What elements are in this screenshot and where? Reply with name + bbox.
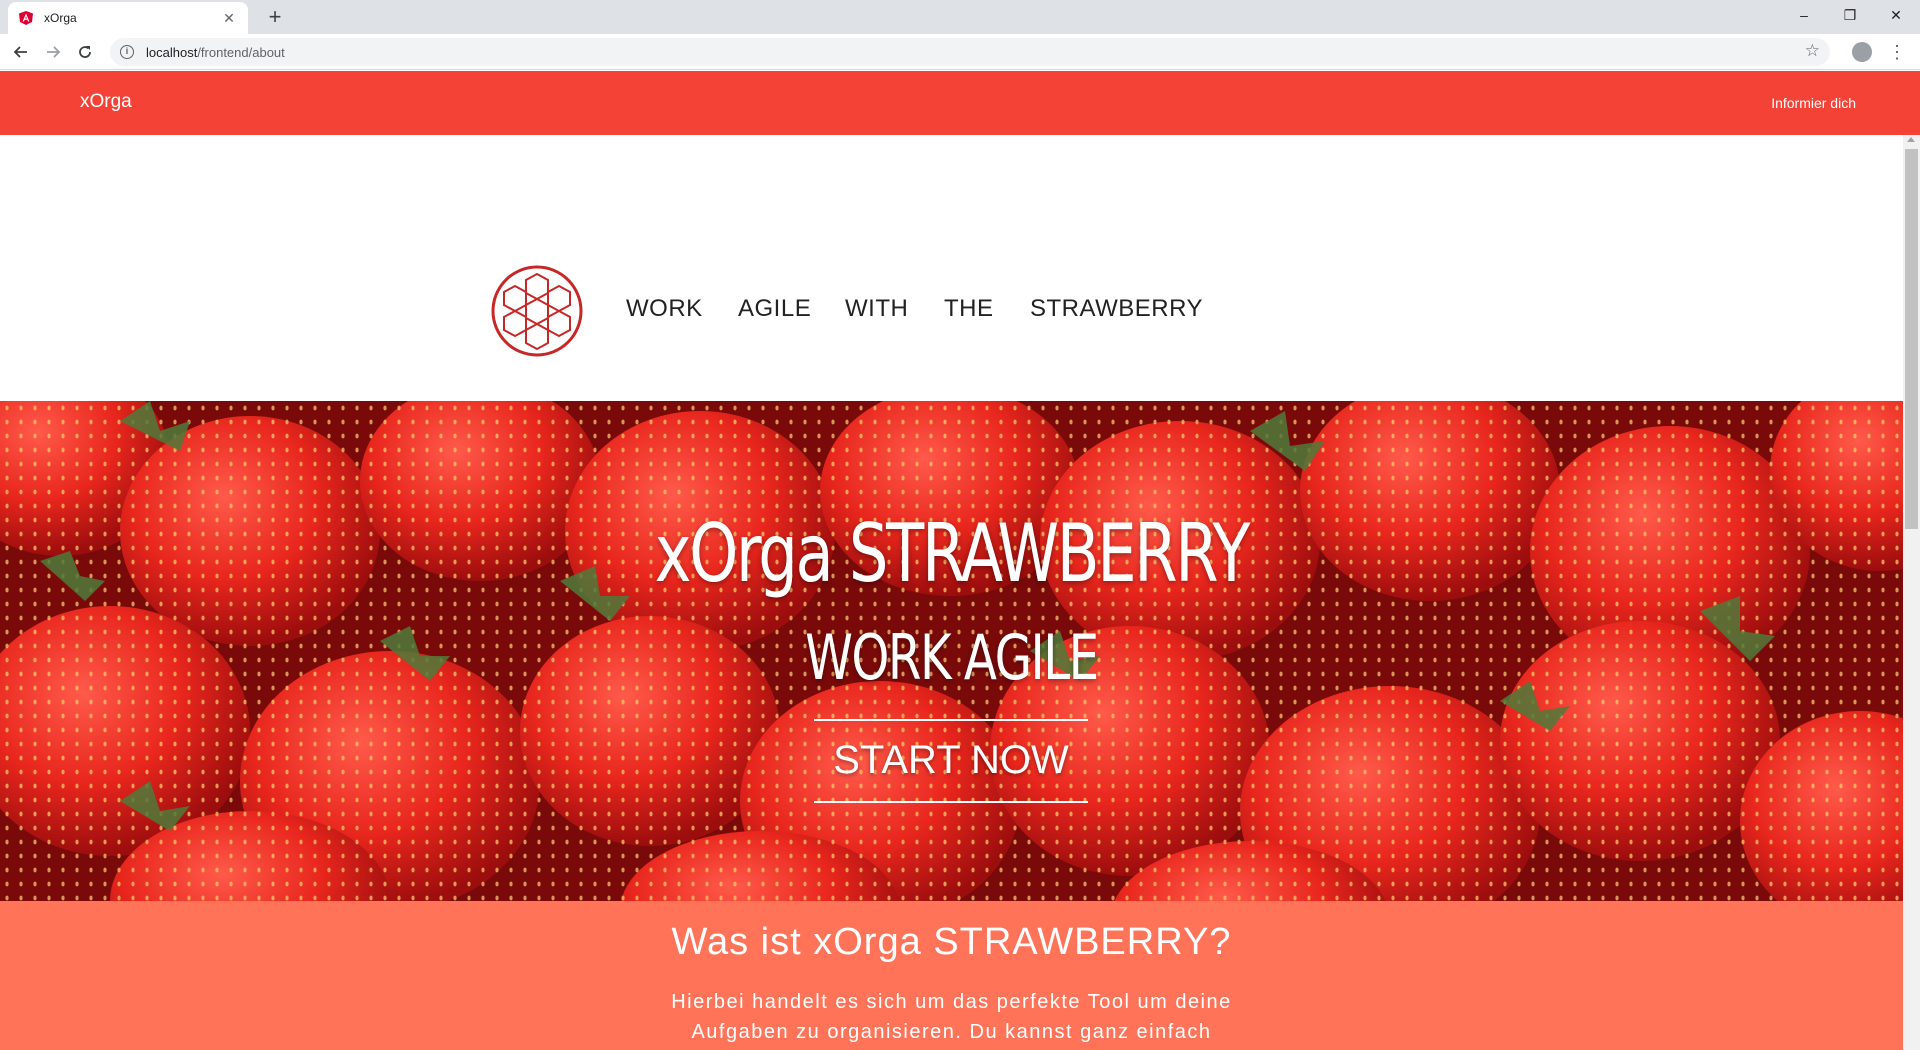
profile-avatar-icon[interactable] xyxy=(1852,42,1872,62)
browser-tab[interactable]: xOrga ✕ xyxy=(8,2,248,34)
browser-toolbar: i localhost /frontend/about ☆ ⋮ xyxy=(0,34,1920,70)
brand-title[interactable]: xOrga xyxy=(80,91,132,113)
informier-dich-link[interactable]: Informier dich xyxy=(1771,95,1856,111)
hero-words-section xyxy=(0,135,1920,401)
banner-subtitle: WORK AGILE xyxy=(805,621,1099,694)
info-text: Hierbei handelt es sich um das perfekte … xyxy=(671,991,1232,1043)
browser-menu-icon[interactable]: ⋮ xyxy=(1888,38,1906,66)
scroll-thumb[interactable] xyxy=(1905,149,1918,529)
hero-word-the: THE xyxy=(944,295,994,322)
banner-title: xOrga STRAWBERRY xyxy=(654,507,1251,600)
forward-icon[interactable] xyxy=(40,39,66,65)
scroll-up-arrow-icon[interactable] xyxy=(1907,137,1915,142)
new-tab-button[interactable]: + xyxy=(262,4,288,30)
site-info-icon[interactable]: i xyxy=(120,45,134,59)
strawberry-banner: xOrga STRAWBERRY WORK AGILE START NOW xyxy=(0,401,1920,901)
minimize-button[interactable]: – xyxy=(1782,0,1826,32)
angular-favicon-icon xyxy=(18,10,34,26)
url-host: localhost xyxy=(146,44,198,60)
info-title: Was ist xOrga STRAWBERRY? xyxy=(671,921,1232,963)
close-tab-icon[interactable]: ✕ xyxy=(220,10,238,27)
reload-icon[interactable] xyxy=(72,39,98,65)
start-now-button[interactable]: START NOW xyxy=(814,719,1088,803)
hero-word-strawberry: STRAWBERRY xyxy=(1030,295,1204,322)
hero-word-with: WITH xyxy=(845,295,909,322)
app-header: xOrga Informier dich xyxy=(0,71,1920,135)
page-scrollbar[interactable] xyxy=(1903,135,1920,1050)
restore-button[interactable]: ❐ xyxy=(1828,0,1872,32)
strawberry-hexagon-logo-icon xyxy=(491,265,583,357)
info-section: Was ist xOrga STRAWBERRY? Hierbei handel… xyxy=(0,901,1920,1050)
close-window-button[interactable]: ✕ xyxy=(1874,0,1918,32)
bookmark-star-icon[interactable]: ☆ xyxy=(1805,41,1820,61)
hero-word-work: WORK xyxy=(626,295,703,322)
tab-title: xOrga xyxy=(44,11,77,25)
address-bar[interactable]: i localhost /frontend/about ☆ xyxy=(110,38,1830,66)
url-path: /frontend/about xyxy=(197,44,285,60)
page-viewport: xOrga Informier dich WORK AGILE WITH THE… xyxy=(0,71,1920,1050)
hero-word-agile: AGILE xyxy=(738,295,812,322)
back-icon[interactable] xyxy=(8,39,34,65)
browser-tabstrip: xOrga ✕ + – ❐ ✕ xyxy=(0,0,1920,34)
